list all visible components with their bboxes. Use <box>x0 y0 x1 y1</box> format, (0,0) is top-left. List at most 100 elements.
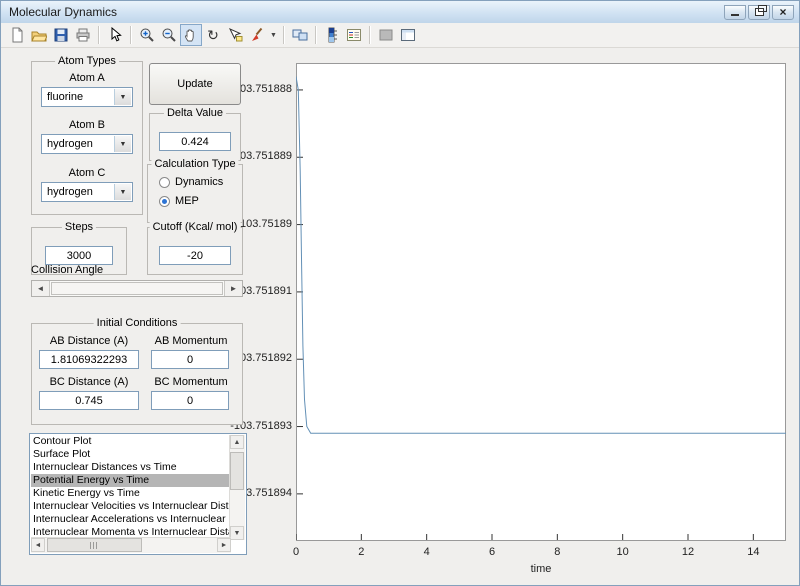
title-bar: Molecular Dynamics × <box>1 1 799 24</box>
cutoff-field[interactable] <box>159 246 231 265</box>
list-item[interactable]: Internuclear Distances vs Time <box>31 461 231 474</box>
cutoff-title: Cutoff (Kcal/ mol) <box>149 221 241 233</box>
window-close-button[interactable]: × <box>772 4 794 20</box>
zoom-out-icon <box>162 28 176 42</box>
steps-field[interactable] <box>45 246 113 265</box>
show-plot-tools-icon <box>401 29 415 41</box>
x-axis-label: time <box>530 563 552 575</box>
insert-legend-button[interactable] <box>343 24 365 46</box>
bc-momentum-label: BC Momentum <box>154 376 228 388</box>
slider-thumb[interactable] <box>51 282 223 295</box>
atom-a-value: fluorine <box>47 91 84 103</box>
matlab-figure-window: Molecular Dynamics × ↻ ▼ time -103.75188… <box>0 0 800 586</box>
insert-colorbar-button[interactable] <box>321 24 343 46</box>
x-tick-label: 14 <box>747 546 760 558</box>
plot-axes <box>296 63 786 541</box>
list-item[interactable]: Kinetic Energy vs Time <box>31 487 231 500</box>
atom-b-dropdown[interactable]: hydrogen ▼ <box>41 134 133 154</box>
atom-a-dropdown[interactable]: fluorine ▼ <box>41 87 133 107</box>
x-tick-label: 4 <box>423 546 430 558</box>
bc-distance-field[interactable] <box>39 391 139 410</box>
slider-left-arrow[interactable]: ◄ <box>32 281 50 296</box>
vertical-scroll-thumb[interactable] <box>230 452 244 490</box>
rotate-3d-icon: ↻ <box>207 27 219 43</box>
data-cursor-button[interactable] <box>224 24 246 46</box>
toolbar-separator <box>283 26 285 44</box>
atom-c-label: Atom C <box>68 167 106 179</box>
show-plot-tools-button[interactable] <box>397 24 419 46</box>
minimize-icon <box>731 14 739 16</box>
calculation-type-title: Calculation Type <box>151 158 239 170</box>
chevron-down-icon[interactable]: ▼ <box>114 136 131 152</box>
collision-angle-slider[interactable]: ◄ ► <box>31 280 243 297</box>
data-cursor-icon <box>228 27 243 42</box>
brush-dropdown-arrow[interactable]: ▼ <box>268 24 279 46</box>
collision-angle-label: Collision Angle <box>31 264 104 276</box>
x-tick-label: 8 <box>554 546 561 558</box>
window-minimize-button[interactable] <box>724 4 746 20</box>
radio-mep-label: MEP <box>175 195 199 207</box>
toolbar-separator <box>130 26 132 44</box>
ab-momentum-field[interactable] <box>151 350 229 369</box>
ab-distance-label: AB Distance (A) <box>49 335 129 347</box>
atom-c-dropdown[interactable]: hydrogen ▼ <box>41 182 133 202</box>
chevron-down-icon[interactable]: ▼ <box>114 89 131 105</box>
hide-plot-tools-button[interactable] <box>375 24 397 46</box>
brush-button[interactable] <box>246 24 268 46</box>
window-restore-button[interactable] <box>748 4 770 20</box>
list-item[interactable]: Contour Plot <box>31 435 231 448</box>
atom-a-label: Atom A <box>69 72 105 84</box>
ab-distance-field[interactable] <box>39 350 139 369</box>
listbox-vertical-scrollbar[interactable]: ▲ ▼ <box>229 435 245 540</box>
delta-value-field[interactable] <box>159 132 231 151</box>
legend-icon <box>347 29 361 41</box>
radio-dynamics[interactable]: Dynamics <box>159 176 223 188</box>
open-file-button[interactable] <box>28 24 50 46</box>
scroll-left-arrow[interactable]: ◄ <box>31 538 45 552</box>
window-title: Molecular Dynamics <box>9 5 118 19</box>
open-folder-icon <box>31 31 47 42</box>
scroll-down-arrow[interactable]: ▼ <box>230 526 244 540</box>
x-tick-label: 10 <box>616 546 629 558</box>
radio-mep[interactable]: MEP <box>159 195 199 207</box>
link-plot-button[interactable] <box>289 24 311 46</box>
radio-circle-icon <box>159 195 170 207</box>
list-item[interactable]: Potential Energy vs Time <box>31 474 231 487</box>
brush-icon <box>252 27 263 41</box>
zoom-out-button[interactable] <box>158 24 180 46</box>
radio-dynamics-label: Dynamics <box>175 176 224 188</box>
list-item[interactable]: Surface Plot <box>31 448 231 461</box>
bc-distance-label: BC Distance (A) <box>49 376 129 388</box>
link-plots-icon <box>292 29 308 41</box>
x-tick-label: 6 <box>488 546 496 558</box>
save-figure-button[interactable] <box>50 24 72 46</box>
scroll-right-arrow[interactable]: ► <box>217 538 231 552</box>
x-tick-label: 0 <box>292 546 300 558</box>
ab-momentum-label: AB Momentum <box>154 335 228 347</box>
update-button[interactable]: Update <box>149 63 241 105</box>
listbox-horizontal-scrollbar[interactable]: ◄ ► <box>31 537 231 553</box>
atom-b-label: Atom B <box>68 119 106 131</box>
edit-plot-button[interactable] <box>104 24 126 46</box>
zoom-in-button[interactable] <box>136 24 158 46</box>
chevron-down-icon[interactable]: ▼ <box>114 184 131 200</box>
toolbar-separator <box>98 26 100 44</box>
list-item[interactable]: Internuclear Accelerations vs Internucle… <box>31 513 231 526</box>
toolbar-separator <box>315 26 317 44</box>
rotate-3d-button[interactable]: ↻ <box>202 24 224 46</box>
initial-conditions-title: Initial Conditions <box>93 317 181 329</box>
atom-b-value: hydrogen <box>47 138 93 150</box>
scroll-up-arrow[interactable]: ▲ <box>230 435 244 449</box>
horizontal-scroll-thumb[interactable] <box>47 538 142 552</box>
zoom-in-icon <box>140 28 154 42</box>
x-tick-label: 12 <box>681 546 695 558</box>
list-item[interactable]: Internuclear Velocities vs Internuclear … <box>31 500 231 513</box>
new-figure-button[interactable] <box>6 24 28 46</box>
close-icon: × <box>779 5 787 19</box>
steps-title: Steps <box>61 221 97 233</box>
bc-momentum-field[interactable] <box>151 391 229 410</box>
print-figure-button[interactable] <box>72 24 94 46</box>
plot-type-listbox[interactable]: Contour Plot Surface Plot Internuclear Dis… <box>29 433 247 555</box>
pan-button[interactable] <box>180 24 202 46</box>
slider-right-arrow[interactable]: ► <box>224 281 242 296</box>
